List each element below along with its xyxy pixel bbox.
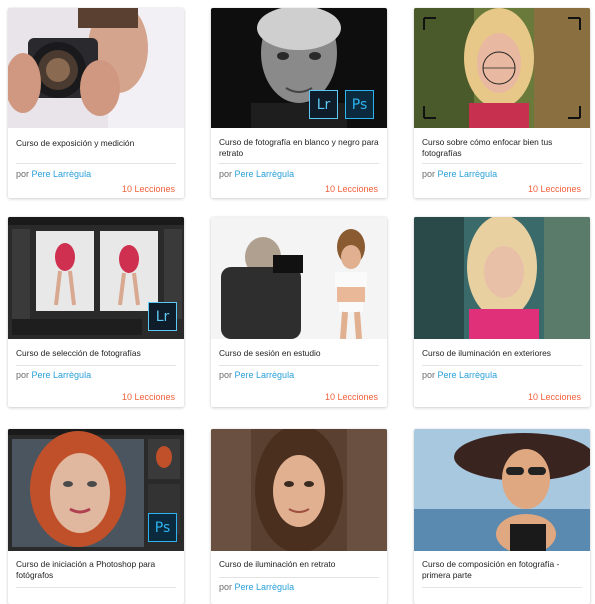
lightroom-icon: Lr xyxy=(148,302,177,331)
course-title[interactable]: Curso de selección de fotografías xyxy=(16,348,176,359)
divider xyxy=(16,587,176,588)
photoshop-icon: Ps xyxy=(345,90,374,119)
author-link[interactable]: Pere Larrègula xyxy=(235,169,295,179)
course-author: por Pere Larrègula xyxy=(16,169,91,179)
course-card[interactable]: Curso de iluminación en exteriores por P… xyxy=(414,217,590,407)
course-card[interactable]: Curso sobre cómo enfocar bien tus fotogr… xyxy=(414,8,590,198)
divider xyxy=(16,365,176,366)
course-card[interactable]: Curso de sesión en estudio por Pere Larr… xyxy=(211,217,387,407)
course-card[interactable]: Ps Curso de iniciación a Photoshop para … xyxy=(8,429,184,604)
divider xyxy=(219,365,379,366)
author-link[interactable]: Pere Larrègula xyxy=(438,169,498,179)
course-thumbnail[interactable] xyxy=(414,429,590,551)
course-author: por Pere Larrègula xyxy=(422,169,497,179)
lesson-count: 10 Lecciones xyxy=(527,392,581,402)
course-author: por Pere Larrègula xyxy=(219,169,294,179)
course-title[interactable]: Curso de sesión en estudio xyxy=(219,348,379,359)
author-prefix: por xyxy=(16,169,30,179)
course-author: por Pere Larrègula xyxy=(219,370,294,380)
course-card[interactable]: Curso de iluminación en retrato por Pere… xyxy=(211,429,387,604)
divider xyxy=(422,163,582,164)
course-thumbnail[interactable] xyxy=(8,8,184,128)
lesson-count: 10 Lecciones xyxy=(121,184,175,194)
author-link[interactable]: Pere Larrègula xyxy=(235,370,295,380)
author-prefix: por xyxy=(219,370,233,380)
course-card[interactable]: Curso de exposición y medición por Pere … xyxy=(8,8,184,198)
course-title[interactable]: Curso sobre cómo enfocar bien tus fotogr… xyxy=(422,137,582,159)
course-thumbnail[interactable] xyxy=(211,429,387,551)
course-author: por Pere Larrègula xyxy=(422,370,497,380)
author-link[interactable]: Pere Larrègula xyxy=(32,370,92,380)
lesson-count: 10 Lecciones xyxy=(324,184,378,194)
course-card[interactable]: Lr Curso de selección de fotografías por… xyxy=(8,217,184,407)
author-prefix: por xyxy=(16,370,30,380)
author-prefix: por xyxy=(219,582,233,592)
lightroom-icon: Lr xyxy=(309,90,338,119)
photoshop-icon: Ps xyxy=(148,513,177,542)
author-link[interactable]: Pere Larrègula xyxy=(438,370,498,380)
course-card[interactable]: Lr Ps Curso de fotografía en blanco y ne… xyxy=(211,8,387,198)
author-link[interactable]: Pere Larrègula xyxy=(32,169,92,179)
course-author: por Pere Larrègula xyxy=(219,582,294,592)
course-thumbnail[interactable] xyxy=(211,217,387,339)
lesson-count: 10 Lecciones xyxy=(121,392,175,402)
author-prefix: por xyxy=(422,169,436,179)
lesson-count: 10 Lecciones xyxy=(324,392,378,402)
course-title[interactable]: Curso de iluminación en exteriores xyxy=(422,348,582,359)
divider xyxy=(422,587,582,588)
course-author: por Pere Larrègula xyxy=(16,370,91,380)
author-prefix: por xyxy=(422,370,436,380)
author-link[interactable]: Pere Larrègula xyxy=(235,582,295,592)
course-title[interactable]: Curso de composición en fotografía - pri… xyxy=(422,559,582,581)
course-title[interactable]: Curso de fotografía en blanco y negro pa… xyxy=(219,137,379,159)
course-title[interactable]: Curso de exposición y medición xyxy=(16,138,176,149)
divider xyxy=(219,577,379,578)
lesson-count: 10 Lecciones xyxy=(527,184,581,194)
course-title[interactable]: Curso de iluminación en retrato xyxy=(219,559,379,570)
divider xyxy=(16,163,176,164)
divider xyxy=(219,163,379,164)
author-prefix: por xyxy=(219,169,233,179)
divider xyxy=(422,365,582,366)
course-title[interactable]: Curso de iniciación a Photoshop para fot… xyxy=(16,559,176,581)
course-card[interactable]: Curso de composición en fotografía - pri… xyxy=(414,429,590,604)
course-thumbnail[interactable] xyxy=(414,8,590,128)
course-thumbnail[interactable] xyxy=(414,217,590,339)
